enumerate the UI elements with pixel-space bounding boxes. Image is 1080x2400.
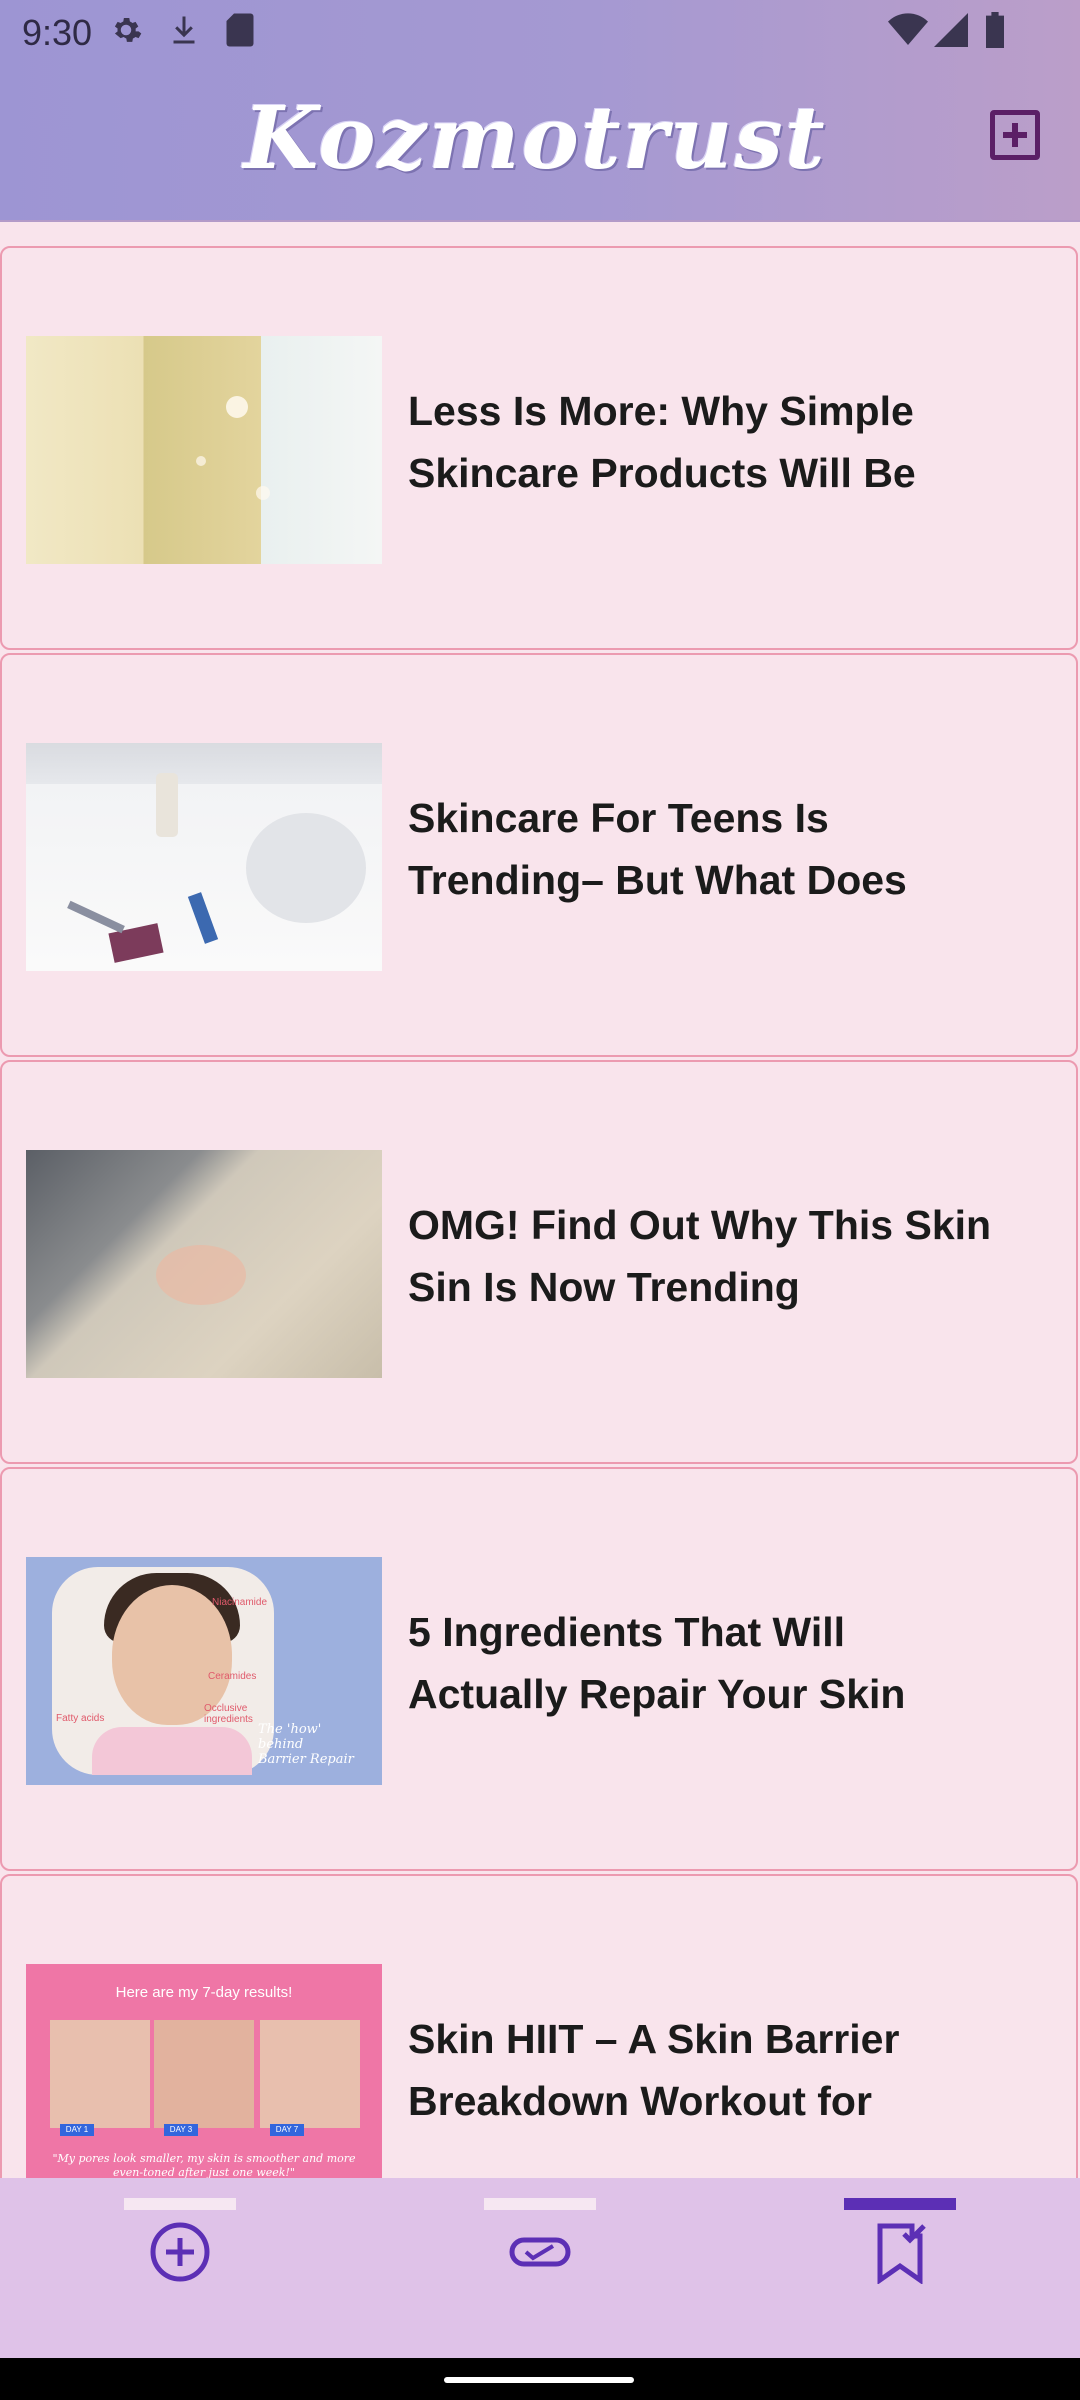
article-thumbnail (26, 1150, 382, 1378)
add-box-icon[interactable] (990, 110, 1040, 160)
bookmark-check-icon (868, 2220, 932, 2285)
article-card[interactable]: Less Is More: Why Simple Skincare Produc… (0, 246, 1078, 650)
article-thumbnail: Here are my 7-day results! DAY 1 DAY 3 D… (26, 1964, 382, 2192)
status-time: 9:30 (22, 12, 93, 53)
home-indicator[interactable] (444, 2377, 634, 2383)
article-title: Skincare For Teens Is Trending– But What… (408, 795, 907, 903)
nav-item-saved[interactable] (800, 2178, 1000, 2358)
status-bar: 9:30 (0, 0, 1080, 64)
nav-indicator (124, 2198, 236, 2210)
ticket-check-icon (508, 2220, 572, 2284)
article-thumbnail (26, 743, 382, 971)
article-thumbnail: Niacinamide Ceramides Occlusive ingredie… (26, 1557, 382, 1785)
nav-item-add[interactable] (80, 2178, 280, 2358)
article-title: OMG! Find Out Why This Skin Sin Is Now T… (408, 1202, 992, 1310)
add-circle-icon (148, 2220, 212, 2284)
app-header: 9:30 Kozmotrust (0, 0, 1080, 222)
sd-card-icon (224, 12, 256, 57)
article-card[interactable]: Skincare For Teens Is Trending– But What… (0, 653, 1078, 1057)
battery-icon (984, 12, 1006, 57)
article-card[interactable]: Niacinamide Ceramides Occlusive ingredie… (0, 1467, 1078, 1871)
bottom-navigation (0, 2178, 1080, 2358)
article-card[interactable]: OMG! Find Out Why This Skin Sin Is Now T… (0, 1060, 1078, 1464)
article-title: Less Is More: Why Simple Skincare Produc… (408, 388, 916, 496)
wifi-icon (888, 12, 928, 57)
signal-icon (934, 12, 968, 57)
nav-indicator (844, 2198, 956, 2210)
settings-icon (108, 12, 144, 57)
article-title: Skin HIIT – A Skin Barrier Breakdown Wor… (408, 2016, 900, 2124)
article-title: 5 Ingredients That Will Actually Repair … (408, 1609, 906, 1717)
article-thumbnail (26, 336, 382, 564)
nav-item-ticket[interactable] (440, 2178, 640, 2358)
download-icon (166, 12, 202, 57)
brand-logo: Kozmotrust (243, 88, 827, 189)
nav-indicator (484, 2198, 596, 2210)
